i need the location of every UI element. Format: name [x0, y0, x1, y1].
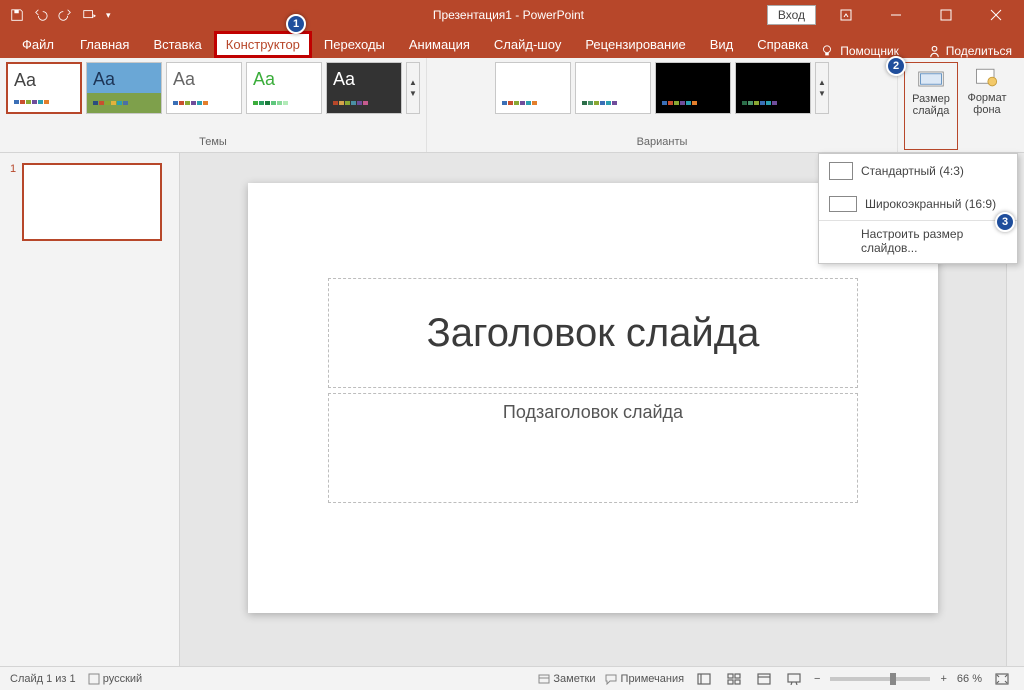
- view-slideshow-icon[interactable]: [784, 671, 804, 687]
- share-icon: [928, 45, 941, 58]
- variant-thumb[interactable]: [655, 62, 731, 114]
- fit-to-window-icon[interactable]: [992, 671, 1012, 687]
- share-button[interactable]: Поделиться: [928, 44, 1012, 58]
- subtitle-placeholder[interactable]: Подзаголовок слайда: [328, 393, 858, 503]
- tab-view[interactable]: Вид: [698, 31, 746, 58]
- view-sorter-icon[interactable]: [724, 671, 744, 687]
- status-comments[interactable]: Примечания: [605, 673, 684, 685]
- title-placeholder[interactable]: Заголовок слайда: [328, 278, 858, 388]
- tell-me[interactable]: Помощник: [820, 44, 899, 58]
- tab-animations[interactable]: Анимация: [397, 31, 482, 58]
- maximize-icon[interactable]: [926, 0, 966, 30]
- variant-thumb[interactable]: [495, 62, 571, 114]
- tab-file[interactable]: Файл: [10, 31, 68, 58]
- ribbon-display-options-icon[interactable]: [826, 0, 866, 30]
- status-notes[interactable]: Заметки: [538, 673, 595, 685]
- variant-thumb[interactable]: [735, 62, 811, 114]
- qat-more-icon[interactable]: ▾: [106, 10, 111, 21]
- ribbon-tabs: Файл Главная Вставка Конструктор Переход…: [0, 30, 1024, 58]
- group-themes: Aa Aa Aa Aa Aa ▲▼ Темы: [0, 58, 427, 152]
- variant-thumb[interactable]: [575, 62, 651, 114]
- tab-design[interactable]: Конструктор: [214, 31, 312, 58]
- tell-me-label: Помощник: [840, 44, 899, 58]
- start-from-beginning-icon[interactable]: [82, 8, 96, 22]
- tab-help[interactable]: Справка: [745, 31, 820, 58]
- undo-icon[interactable]: [34, 8, 48, 22]
- view-reading-icon[interactable]: [754, 671, 774, 687]
- tab-home[interactable]: Главная: [68, 31, 141, 58]
- zoom-in-icon[interactable]: +: [940, 673, 946, 685]
- spellcheck-icon: [88, 673, 100, 685]
- slide-size-dropdown: Стандартный (4:3) Широкоэкранный (16:9) …: [818, 153, 1018, 264]
- dd-customize[interactable]: Настроить размер слайдов...: [819, 221, 1017, 263]
- callout-3: 3: [995, 212, 1015, 232]
- login-button[interactable]: Вход: [767, 5, 816, 25]
- dd-standard[interactable]: Стандартный (4:3): [819, 154, 1017, 188]
- group-label-themes: Темы: [6, 136, 420, 150]
- status-slide-count: Слайд 1 из 1: [10, 673, 76, 685]
- ratio-4-3-icon: [829, 162, 853, 180]
- callout-1: 1: [286, 14, 306, 34]
- group-customize: Размерслайда Форматфона: [898, 58, 1024, 152]
- zoom-out-icon[interactable]: −: [814, 673, 820, 685]
- redo-icon[interactable]: [58, 8, 72, 22]
- variants-more-icon[interactable]: ▲▼: [815, 62, 829, 114]
- format-bg-icon: [973, 66, 1001, 90]
- theme-thumb[interactable]: Aa: [326, 62, 402, 114]
- theme-thumb[interactable]: Aa: [246, 62, 322, 114]
- window-title: Презентация1 - PowerPoint: [250, 8, 767, 22]
- minimize-icon[interactable]: [876, 0, 916, 30]
- share-label: Поделиться: [946, 44, 1012, 58]
- comments-icon: [605, 673, 617, 685]
- dd-widescreen[interactable]: Широкоэкранный (16:9): [819, 188, 1017, 220]
- title-right: Вход: [767, 0, 1024, 30]
- format-bg-label: Форматфона: [967, 92, 1006, 116]
- view-normal-icon[interactable]: [694, 671, 714, 687]
- quick-access-toolbar: ▾: [0, 8, 250, 22]
- bulb-icon: [820, 44, 834, 58]
- ribbon: Aa Aa Aa Aa Aa ▲▼ Темы: [0, 58, 1024, 153]
- theme-thumb[interactable]: Aa: [86, 62, 162, 114]
- notes-icon: [538, 673, 550, 685]
- tab-slideshow[interactable]: Слайд-шоу: [482, 31, 573, 58]
- theme-thumb[interactable]: Aa: [166, 62, 242, 114]
- slide-thumbnail[interactable]: [22, 163, 162, 241]
- slide-number: 1: [10, 163, 16, 241]
- tab-transitions[interactable]: Переходы: [312, 31, 397, 58]
- tab-review[interactable]: Рецензирование: [573, 31, 697, 58]
- slide-panel: 1: [0, 153, 180, 666]
- theme-thumb[interactable]: Aa: [6, 62, 82, 114]
- callout-2: 2: [886, 56, 906, 76]
- status-bar: Слайд 1 из 1 русский Заметки Примечания …: [0, 666, 1024, 690]
- slide-size-icon: [917, 67, 945, 91]
- dd-standard-label: Стандартный (4:3): [861, 164, 964, 178]
- save-icon[interactable]: [10, 8, 24, 22]
- slide-size-button[interactable]: Размерслайда: [904, 62, 958, 150]
- group-variants: ▲▼ Варианты: [427, 58, 898, 152]
- themes-more-icon[interactable]: ▲▼: [406, 62, 420, 114]
- tab-insert[interactable]: Вставка: [141, 31, 213, 58]
- ratio-16-9-icon: [829, 196, 857, 212]
- close-icon[interactable]: [976, 0, 1016, 30]
- zoom-value[interactable]: 66 %: [957, 673, 982, 685]
- status-language[interactable]: русский: [88, 673, 143, 685]
- zoom-slider[interactable]: [830, 677, 930, 681]
- dd-widescreen-label: Широкоэкранный (16:9): [865, 197, 996, 211]
- title-bar: ▾ Презентация1 - PowerPoint Вход: [0, 0, 1024, 30]
- format-background-button[interactable]: Форматфона: [960, 62, 1014, 150]
- slide-size-label: Размерслайда: [912, 93, 950, 117]
- group-label-variants: Варианты: [433, 136, 891, 150]
